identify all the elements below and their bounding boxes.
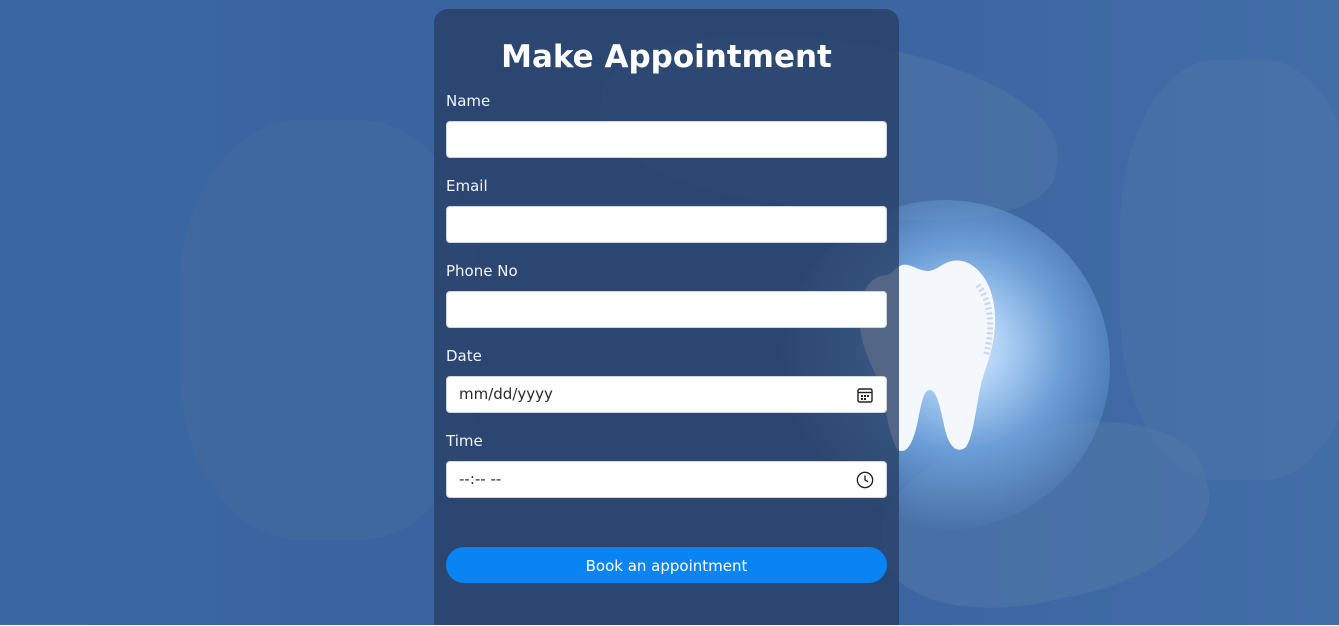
email-group: Email [446, 177, 887, 243]
time-group: Time --:-- -- [446, 432, 887, 498]
date-value: mm/dd/yyyy [459, 385, 553, 403]
time-value: --:-- -- [459, 470, 502, 488]
phone-label: Phone No [446, 262, 518, 280]
appointment-form-card: Make Appointment Name Email Phone No Dat… [434, 9, 899, 626]
form-title: Make Appointment [501, 39, 832, 75]
name-group: Name [446, 92, 887, 158]
background-sleeve-right [1120, 60, 1339, 480]
email-label: Email [446, 177, 488, 195]
time-input[interactable]: --:-- -- [446, 461, 887, 498]
phone-input[interactable] [446, 291, 887, 328]
date-label: Date [446, 347, 482, 365]
book-appointment-button[interactable]: Book an appointment [446, 547, 887, 583]
date-group: Date mm/dd/yyyy [446, 347, 887, 413]
name-input[interactable] [446, 121, 887, 158]
clock-icon[interactable] [856, 471, 874, 489]
time-label: Time [446, 432, 483, 450]
name-label: Name [446, 92, 491, 110]
calendar-icon[interactable] [856, 386, 874, 404]
date-input[interactable]: mm/dd/yyyy [446, 376, 887, 413]
phone-group: Phone No [446, 262, 887, 328]
email-input[interactable] [446, 206, 887, 243]
